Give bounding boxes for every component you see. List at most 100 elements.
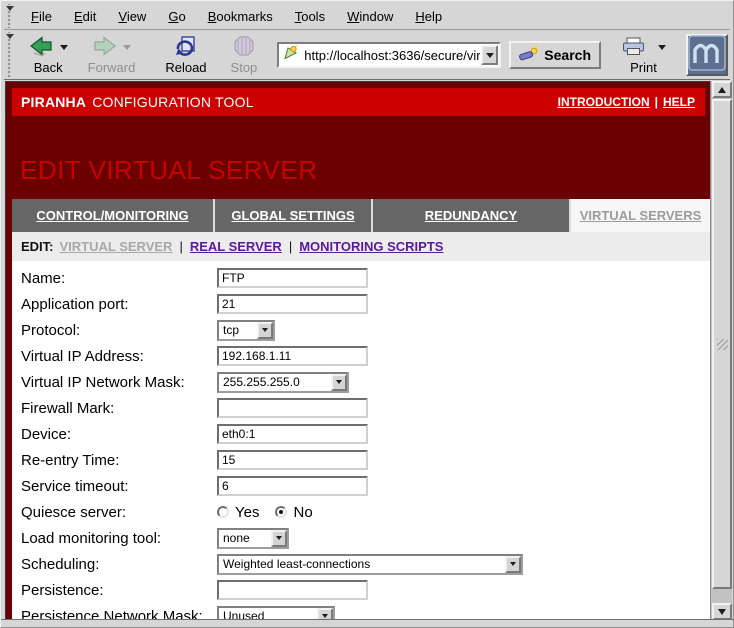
form-row-persistence-mask: Persistence Network Mask: Unused <box>12 603 710 620</box>
introduction-link[interactable]: INTRODUCTION <box>558 95 650 109</box>
tab-redundancy[interactable]: REDUNDANCY <box>373 199 571 232</box>
menu-file[interactable]: File <box>20 6 63 27</box>
subnav-separator: | <box>172 239 189 254</box>
reentry-time-input[interactable] <box>217 450 368 470</box>
scroll-up-icon <box>718 87 726 93</box>
menu-go[interactable]: Go <box>157 6 196 27</box>
scheduling-select[interactable]: Weighted least-connections <box>217 554 523 575</box>
form-row-virtual-ip-mask: Virtual IP Network Mask: 255.255.255.0 <box>12 369 710 395</box>
forward-button[interactable]: Forward <box>82 35 142 76</box>
application-port-input[interactable] <box>217 294 368 314</box>
url-input[interactable] <box>304 44 480 66</box>
scrollbar-thumb[interactable] <box>712 99 732 589</box>
print-dropdown-caret[interactable] <box>658 45 666 50</box>
load-monitoring-select[interactable]: none <box>217 528 289 549</box>
scheduling-value: Weighted least-connections <box>219 557 505 571</box>
virtual-ip-input[interactable] <box>217 346 368 366</box>
form-row-quiesce-server: Quiesce server: Yes No <box>12 499 710 525</box>
form-row-reentry-time: Re-entry Time: <box>12 447 710 473</box>
load-monitoring-select-caret-icon <box>271 530 287 547</box>
tab-virtual-servers[interactable]: VIRTUAL SERVERS <box>571 199 710 232</box>
scheduling-select-caret-icon <box>505 556 521 573</box>
application-port-label: Application port: <box>12 296 217 313</box>
print-label: Print <box>630 60 657 75</box>
virtual-ip-mask-select-caret-icon <box>331 374 347 391</box>
tab-global-settings[interactable]: GLOBAL SETTINGS <box>215 199 373 232</box>
url-dropdown-button[interactable] <box>481 45 498 65</box>
menu-edit[interactable]: Edit <box>63 6 107 27</box>
back-button[interactable]: Back <box>23 35 74 76</box>
page-viewport: PIRANHACONFIGURATION TOOL INTRODUCTION |… <box>5 81 710 620</box>
virtual-ip-mask-label: Virtual IP Network Mask: <box>12 374 217 391</box>
load-monitoring-value: none <box>219 531 271 545</box>
page-content: CONTROL/MONITORING GLOBAL SETTINGS REDUN… <box>12 199 710 620</box>
edit-subnav: EDIT: VIRTUAL SERVER | REAL SERVER | MON… <box>12 232 710 261</box>
subnav-real-server-link[interactable]: REAL SERVER <box>190 239 282 254</box>
subnav-monitoring-scripts-link[interactable]: MONITORING SCRIPTS <box>299 239 443 254</box>
form-row-load-monitoring: Load monitoring tool: none <box>12 525 710 551</box>
scroll-down-icon <box>718 609 726 615</box>
stop-button[interactable]: Stop <box>225 35 264 76</box>
virtual-ip-mask-value: 255.255.255.0 <box>219 375 331 389</box>
url-bar[interactable] <box>277 42 501 68</box>
vertical-scrollbar[interactable] <box>710 81 732 620</box>
scroll-up-button[interactable] <box>712 81 732 98</box>
form-row-protocol: Protocol: tcp <box>12 317 710 343</box>
menu-window[interactable]: Window <box>336 6 404 27</box>
form-row-device: Device: <box>12 421 710 447</box>
menu-tools[interactable]: Tools <box>284 6 336 27</box>
search-label: Search <box>544 47 591 63</box>
search-button[interactable]: Search <box>509 41 601 69</box>
help-link[interactable]: HELP <box>663 95 695 109</box>
menu-help[interactable]: Help <box>404 6 453 27</box>
browser-window: File Edit View Go Bookmarks Tools Window… <box>0 0 734 628</box>
firewall-mark-input[interactable] <box>217 398 368 418</box>
subnav-separator: | <box>282 239 299 254</box>
quiesce-yes-label: Yes <box>235 504 259 521</box>
url-page-icon <box>283 45 299 65</box>
menu-bookmarks[interactable]: Bookmarks <box>197 6 284 27</box>
quiesce-radio-group: Yes No <box>217 504 329 521</box>
stop-label: Stop <box>231 60 258 75</box>
protocol-select[interactable]: tcp <box>217 320 275 341</box>
service-timeout-input[interactable] <box>217 476 368 496</box>
quiesce-yes-radio[interactable] <box>217 506 229 518</box>
persistence-label: Persistence: <box>12 582 217 599</box>
virtual-ip-mask-select[interactable]: 255.255.255.0 <box>217 372 349 393</box>
form-row-scheduling: Scheduling: Weighted least-connections <box>12 551 710 577</box>
back-dropdown-caret[interactable] <box>60 45 68 50</box>
menu-bar: File Edit View Go Bookmarks Tools Window… <box>4 3 730 30</box>
page-title: EDIT VIRTUAL SERVER <box>20 157 710 183</box>
subnav-virtual-server: VIRTUAL SERVER <box>60 239 173 254</box>
forward-dropdown-caret[interactable] <box>123 45 131 50</box>
tab-control-monitoring[interactable]: CONTROL/MONITORING <box>12 199 215 232</box>
back-icon <box>29 36 54 60</box>
quiesce-no-radio[interactable] <box>275 506 287 518</box>
menubar-grippy[interactable] <box>5 4 16 28</box>
quiesce-no-label: No <box>293 504 312 521</box>
name-input[interactable] <box>217 268 368 288</box>
menu-view[interactable]: View <box>107 6 157 27</box>
reload-label: Reload <box>165 60 206 75</box>
persistence-input[interactable] <box>217 580 368 600</box>
service-timeout-label: Service timeout: <box>12 478 217 495</box>
protocol-select-caret-icon <box>257 322 273 339</box>
reload-icon <box>174 35 197 60</box>
scrollbar-grip-icon <box>717 339 728 350</box>
toolbar-grippy[interactable] <box>5 32 15 78</box>
navigation-toolbar: Back Forward Reload Stop <box>4 31 730 80</box>
search-flashlight-icon <box>519 45 540 65</box>
firewall-mark-label: Firewall Mark: <box>12 400 217 417</box>
forward-icon <box>92 36 117 60</box>
device-label: Device: <box>12 426 217 443</box>
tab-bar: CONTROL/MONITORING GLOBAL SETTINGS REDUN… <box>12 199 710 232</box>
mozilla-logo[interactable] <box>686 34 728 76</box>
reload-button[interactable]: Reload <box>159 35 212 76</box>
banner-title-rest: CONFIGURATION TOOL <box>92 94 254 110</box>
persistence-mask-select[interactable]: Unused <box>217 606 335 621</box>
banner-links: INTRODUCTION | HELP <box>558 95 695 109</box>
print-button[interactable]: Print <box>615 35 672 76</box>
scroll-down-button[interactable] <box>712 603 732 620</box>
virtual-server-form: Name: Application port: Protocol: tcp Vi… <box>12 261 710 620</box>
device-input[interactable] <box>217 424 368 444</box>
